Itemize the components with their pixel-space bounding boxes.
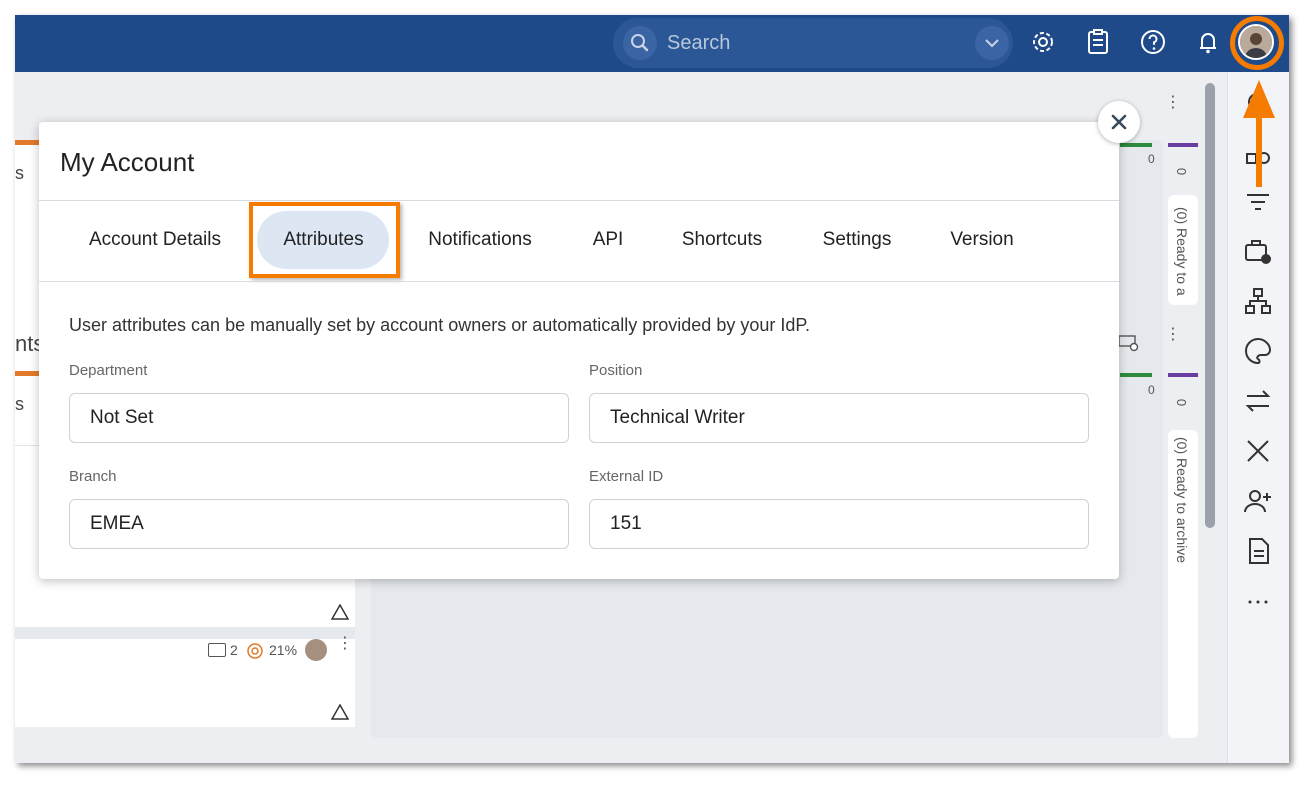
tab-shortcuts[interactable]: Shortcuts [666, 210, 778, 270]
comment-icon [208, 643, 226, 657]
swap-icon[interactable] [1242, 385, 1274, 417]
tab-version[interactable]: Version [935, 210, 1029, 270]
target-icon [247, 643, 263, 659]
external-id-field[interactable] [589, 499, 1089, 549]
search-input[interactable]: Search [667, 32, 730, 55]
tab-label: Shortcuts [681, 229, 763, 250]
search-bar[interactable]: Search [613, 18, 1013, 68]
tab-label: Settings [822, 229, 892, 250]
card-menu-icon[interactable]: ⋮ [337, 636, 353, 652]
help-icon[interactable] [1136, 25, 1170, 59]
tab-label: Notifications [428, 229, 532, 250]
warning-icon [331, 704, 349, 720]
column-menu-icon[interactable]: ⋮ [1163, 95, 1183, 111]
bell-icon[interactable] [1191, 25, 1225, 59]
tab-settings[interactable]: Settings [806, 210, 908, 270]
briefcase-clock-icon[interactable] [1242, 235, 1274, 267]
divider [39, 281, 1119, 282]
divider [39, 200, 1119, 201]
column-count: 0 [1174, 398, 1190, 407]
card-footer [15, 595, 355, 627]
dialog-title: My Account [60, 147, 195, 177]
position-label: Position [589, 362, 643, 379]
attributes-description: User attributes can be manually set by a… [69, 315, 811, 335]
arrow-up-icon [1243, 80, 1275, 118]
search-icon[interactable] [623, 26, 657, 60]
left-fragment: s [15, 394, 24, 414]
column-label: (0) Ready to archive [1174, 437, 1190, 564]
department-field[interactable] [69, 393, 569, 443]
column-count: 0 [1174, 167, 1190, 176]
column-count: 0 [1148, 152, 1155, 166]
tab-label: Version [950, 229, 1014, 250]
avatar-highlight-ring [1230, 16, 1284, 70]
comment-count: 2 [230, 642, 238, 658]
tab-label: API [592, 229, 624, 250]
clipboard-icon[interactable] [1081, 25, 1115, 59]
department-label: Department [69, 362, 148, 379]
top-bar: Search [15, 15, 1289, 72]
external-id-label: External ID [589, 468, 664, 485]
task-card[interactable] [15, 639, 355, 727]
branch-label: Branch [69, 468, 117, 485]
annotation-arrow [1256, 115, 1262, 187]
close-button[interactable] [1098, 101, 1140, 143]
column-label: (0) Ready to a [1174, 207, 1190, 296]
column-settings-icon[interactable] [1118, 333, 1140, 353]
my-account-dialog: My Account Account Details Attributes No… [39, 122, 1119, 579]
branch-field[interactable] [69, 499, 569, 549]
orange-stripe [15, 371, 39, 376]
tab-notifications[interactable]: Notifications [411, 210, 549, 270]
chevron-down-icon[interactable] [975, 26, 1009, 60]
tab-account-details[interactable]: Account Details [69, 210, 241, 270]
hierarchy-icon[interactable] [1242, 285, 1274, 317]
more-icon[interactable] [1242, 585, 1274, 617]
progress-percent: 21% [269, 642, 298, 658]
column-count: 0 [1148, 383, 1155, 397]
tools-icon[interactable] [1242, 435, 1274, 467]
position-field[interactable] [589, 393, 1089, 443]
warning-icon [331, 604, 349, 620]
tab-highlight-box [249, 202, 400, 278]
column-menu-icon[interactable]: ⋮ [1163, 327, 1183, 343]
close-icon [1111, 114, 1127, 130]
add-user-icon[interactable] [1242, 485, 1274, 517]
card-avatar [305, 639, 327, 661]
scrollbar[interactable] [1205, 83, 1215, 528]
left-fragment: s [15, 163, 24, 183]
tab-label: Account Details [88, 229, 221, 250]
orange-stripe [15, 140, 39, 145]
tab-api[interactable]: API [575, 210, 641, 270]
document-icon[interactable] [1242, 535, 1274, 567]
board-header [15, 72, 1227, 107]
gear-icon[interactable] [1026, 25, 1060, 59]
palette-icon[interactable] [1242, 335, 1274, 367]
filter-icon[interactable] [1242, 186, 1274, 218]
